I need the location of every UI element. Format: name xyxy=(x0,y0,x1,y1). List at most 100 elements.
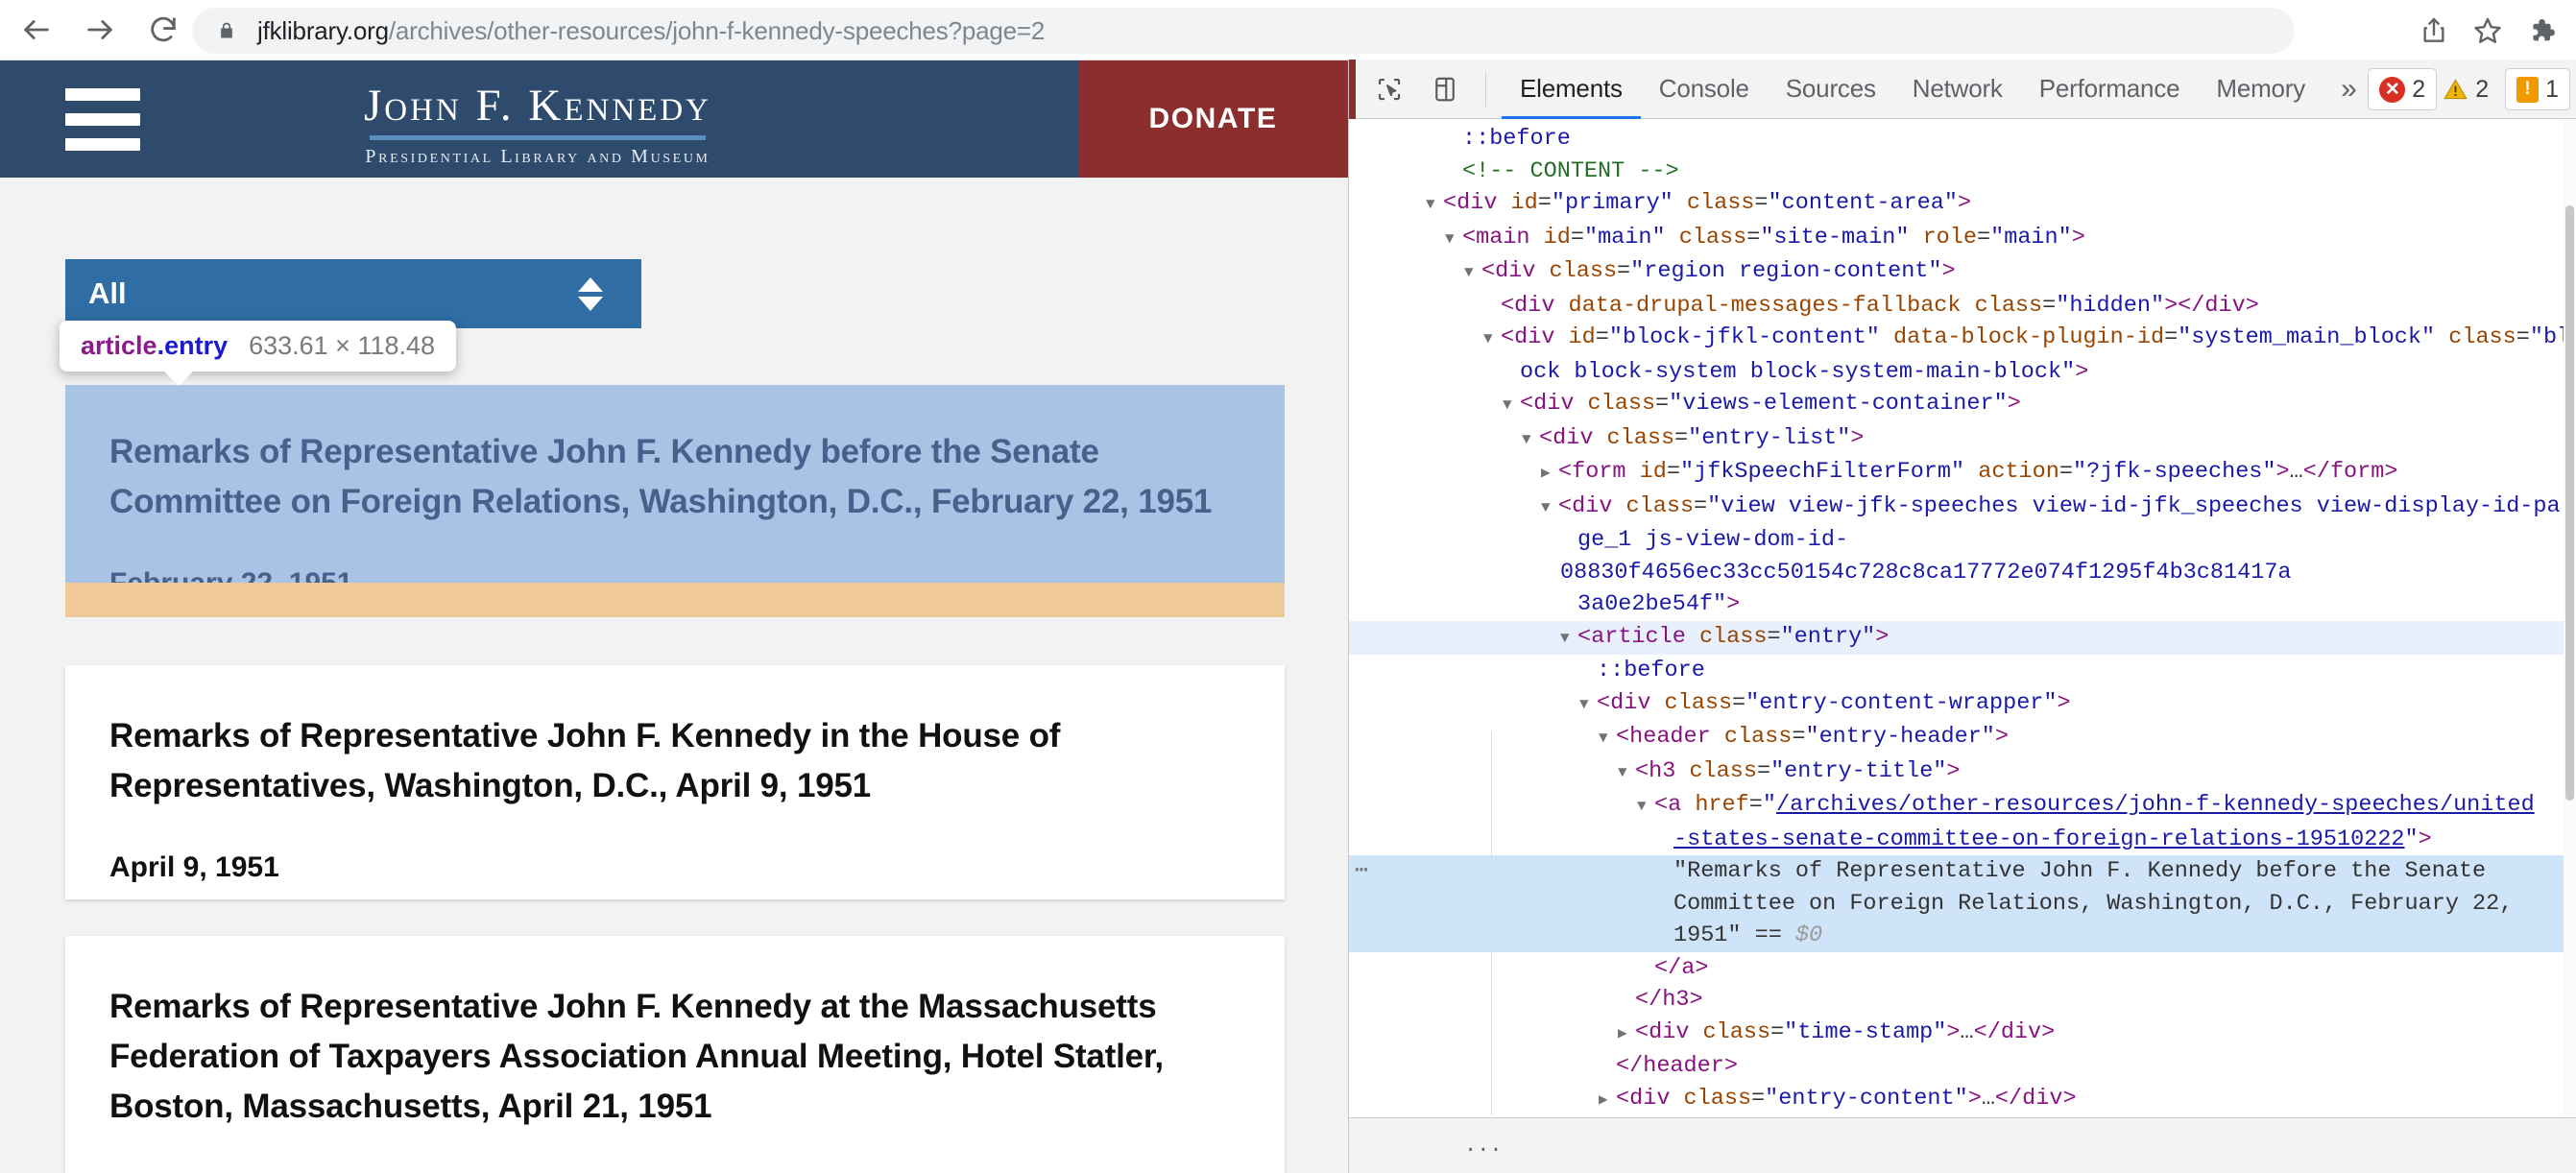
dom-line[interactable]: <!-- CONTENT --> xyxy=(1349,156,2576,188)
entry-card-highlighted[interactable]: Remarks of Representative John F. Kenned… xyxy=(65,385,1285,617)
breadcrumb[interactable]: ... xyxy=(1349,1117,2576,1173)
disclosure-triangle-icon[interactable] xyxy=(1464,255,1481,290)
entry-title[interactable]: Remarks of Representative John F. Kenned… xyxy=(109,711,1240,811)
scrollbar-thumb[interactable] xyxy=(2565,205,2574,801)
tooltip-dimensions: 633.61 × 118.48 xyxy=(249,331,436,360)
dom-line[interactable]: <div id="block-jfkl-content" data-block-… xyxy=(1349,322,2576,356)
error-count: 2 xyxy=(2412,75,2426,103)
dom-line[interactable]: <a href="/archives/other-resources/john-… xyxy=(1349,789,2576,824)
devtools-toolbar: Elements Console Sources Network Perform… xyxy=(1349,60,2576,119)
disclosure-triangle-icon[interactable] xyxy=(1579,687,1597,722)
error-count-badge[interactable]: ✕ 2 xyxy=(2368,68,2438,110)
brand-title: John F. Kennedy xyxy=(364,81,711,131)
disclosure-triangle-icon[interactable] xyxy=(1522,422,1539,457)
dom-line[interactable]: ::before xyxy=(1349,655,2576,687)
site-logo[interactable]: John F. Kennedy Presidential Library and… xyxy=(0,80,1075,168)
dom-line[interactable]: <div class="time-stamp">…</div> xyxy=(1349,1017,2576,1051)
tab-performance[interactable]: Performance xyxy=(2021,60,2199,119)
dom-line[interactable]: <h3 class="entry-title"> xyxy=(1349,755,2576,790)
dom-tree-scrollbar[interactable] xyxy=(2564,119,2576,1115)
site-header: John F. Kennedy Presidential Library and… xyxy=(0,60,1348,178)
dom-line[interactable]: <header class="entry-header"> xyxy=(1349,721,2576,755)
disclosure-triangle-icon[interactable] xyxy=(1637,789,1654,824)
sort-arrows-icon xyxy=(578,276,603,311)
url-host: jfklibrary.org xyxy=(257,15,389,45)
back-arrow-icon[interactable] xyxy=(10,3,63,57)
dom-line[interactable]: <div class="region region-content"> xyxy=(1349,255,2576,290)
dom-line[interactable]: <main id="main" class="site-main" role="… xyxy=(1349,222,2576,256)
dom-line[interactable]: 1951" == $0 xyxy=(1349,920,2576,952)
devtools-panel: Elements Console Sources Network Perform… xyxy=(1348,60,2576,1173)
address-bar[interactable]: jfklibrary.org/archives/other-resources/… xyxy=(192,8,2295,54)
dom-line[interactable]: -states-senate-committee-on-foreign-rela… xyxy=(1349,824,2576,856)
disclosure-triangle-icon[interactable] xyxy=(1599,1083,1616,1116)
dom-line[interactable]: 3a0e2be54f"> xyxy=(1349,588,2576,621)
dom-line[interactable]: <div data-drupal-messages-fallback class… xyxy=(1349,290,2576,323)
dom-line[interactable]: <div class="entry-list"> xyxy=(1349,422,2576,457)
entry-title[interactable]: Remarks of Representative John F. Kenned… xyxy=(109,427,1240,527)
disclosure-triangle-icon[interactable] xyxy=(1541,456,1558,491)
device-toolbar-icon[interactable] xyxy=(1420,64,1470,114)
dom-line[interactable]: <div id="primary" class="content-area"> xyxy=(1349,187,2576,222)
dom-line[interactable]: <article class="entry"> xyxy=(1349,620,2576,656)
inspect-element-icon[interactable] xyxy=(1364,64,1414,114)
dom-line[interactable]: ge_1 js-view-dom-id-08830f4656ec33cc5015… xyxy=(1349,524,2576,588)
tab-sources[interactable]: Sources xyxy=(1768,60,1894,119)
web-page-viewport: John F. Kennedy Presidential Library and… xyxy=(0,60,1348,1173)
disclosure-triangle-icon[interactable] xyxy=(1445,222,1462,256)
entry-date: April 9, 1951 xyxy=(109,850,279,883)
tab-console[interactable]: Console xyxy=(1641,60,1768,119)
tooltip-tag-name: article xyxy=(81,331,157,360)
dom-line[interactable]: <div class="entry-content">…</div> xyxy=(1349,1083,2576,1116)
disclosure-triangle-icon[interactable] xyxy=(1618,755,1635,790)
breadcrumb-text: ... xyxy=(1464,1134,1503,1158)
forward-arrow-icon[interactable] xyxy=(73,3,127,57)
disclosure-triangle-icon[interactable] xyxy=(1426,187,1443,222)
entry-title[interactable]: Remarks of Representative John F. Kenned… xyxy=(109,982,1240,1131)
issues-count-badge[interactable]: ! 1 xyxy=(2505,68,2570,110)
reload-icon[interactable] xyxy=(136,3,190,57)
disclosure-triangle-icon[interactable] xyxy=(1541,491,1558,525)
url-path: /archives/other-resources/john-f-kennedy… xyxy=(388,15,1046,45)
padding-box-overlay xyxy=(65,583,1285,617)
disclosure-triangle-icon[interactable] xyxy=(1483,322,1501,356)
error-icon: ✕ xyxy=(2379,76,2406,103)
dom-tree[interactable]: ::before<!-- CONTENT --><div id="primary… xyxy=(1349,119,2576,1115)
donate-button[interactable]: DONATE xyxy=(1075,60,1348,178)
warning-count-badge[interactable]: 2 xyxy=(2443,68,2499,110)
puzzle-piece-icon[interactable] xyxy=(2515,4,2568,58)
dom-line[interactable]: </header> xyxy=(1349,1050,2576,1083)
disclosure-triangle-icon[interactable] xyxy=(1503,388,1520,422)
lock-icon xyxy=(217,18,238,43)
tab-elements[interactable]: Elements xyxy=(1502,60,1641,119)
dom-line[interactable]: </h3> xyxy=(1349,984,2576,1017)
browser-actions xyxy=(2407,4,2568,58)
disclosure-triangle-icon[interactable] xyxy=(1560,621,1577,656)
dom-line[interactable]: Committee on Foreign Relations, Washingt… xyxy=(1349,887,2576,920)
element-inspector-tooltip: article.entry 633.61 × 118.48 xyxy=(60,321,457,386)
tab-memory[interactable]: Memory xyxy=(2198,60,2323,119)
chevron-right-double-icon[interactable]: » xyxy=(2323,60,2374,119)
entry-card[interactable]: Remarks of Representative John F. Kenned… xyxy=(65,665,1285,899)
dom-line[interactable]: ock block-system block-system-main-block… xyxy=(1349,356,2576,389)
tooltip-class-name: .entry xyxy=(156,331,229,360)
dom-line[interactable]: ⋯ "Remarks of Representative John F. Kenn… xyxy=(1349,855,2576,888)
filter-selected-value: All xyxy=(88,276,127,310)
browser-toolbar: jfklibrary.org/archives/other-resources/… xyxy=(0,0,2576,60)
share-icon[interactable] xyxy=(2407,4,2461,58)
disclosure-triangle-icon[interactable] xyxy=(1599,721,1616,755)
speech-filter-select[interactable]: All xyxy=(65,259,641,328)
brand-subtitle: Presidential Library and Museum xyxy=(365,146,710,168)
tab-network[interactable]: Network xyxy=(1894,60,2021,119)
entry-card[interactable]: Remarks of Representative John F. Kenned… xyxy=(65,936,1285,1173)
star-icon[interactable] xyxy=(2461,4,2515,58)
dom-line-gutter-ellipsis: ⋯ xyxy=(1355,858,1369,883)
dom-line[interactable]: ::before xyxy=(1349,123,2576,156)
dom-line[interactable]: <div class="entry-content-wrapper"> xyxy=(1349,687,2576,722)
dom-line[interactable]: </a> xyxy=(1349,952,2576,985)
warning-count: 2 xyxy=(2475,75,2490,103)
dom-line[interactable]: <div class="view view-jfk-speeches view-… xyxy=(1349,491,2576,525)
dom-line[interactable]: <form id="jfkSpeechFilterForm" action="?… xyxy=(1349,456,2576,491)
dom-line[interactable]: <div class="views-element-container"> xyxy=(1349,388,2576,422)
disclosure-triangle-icon[interactable] xyxy=(1618,1017,1635,1051)
